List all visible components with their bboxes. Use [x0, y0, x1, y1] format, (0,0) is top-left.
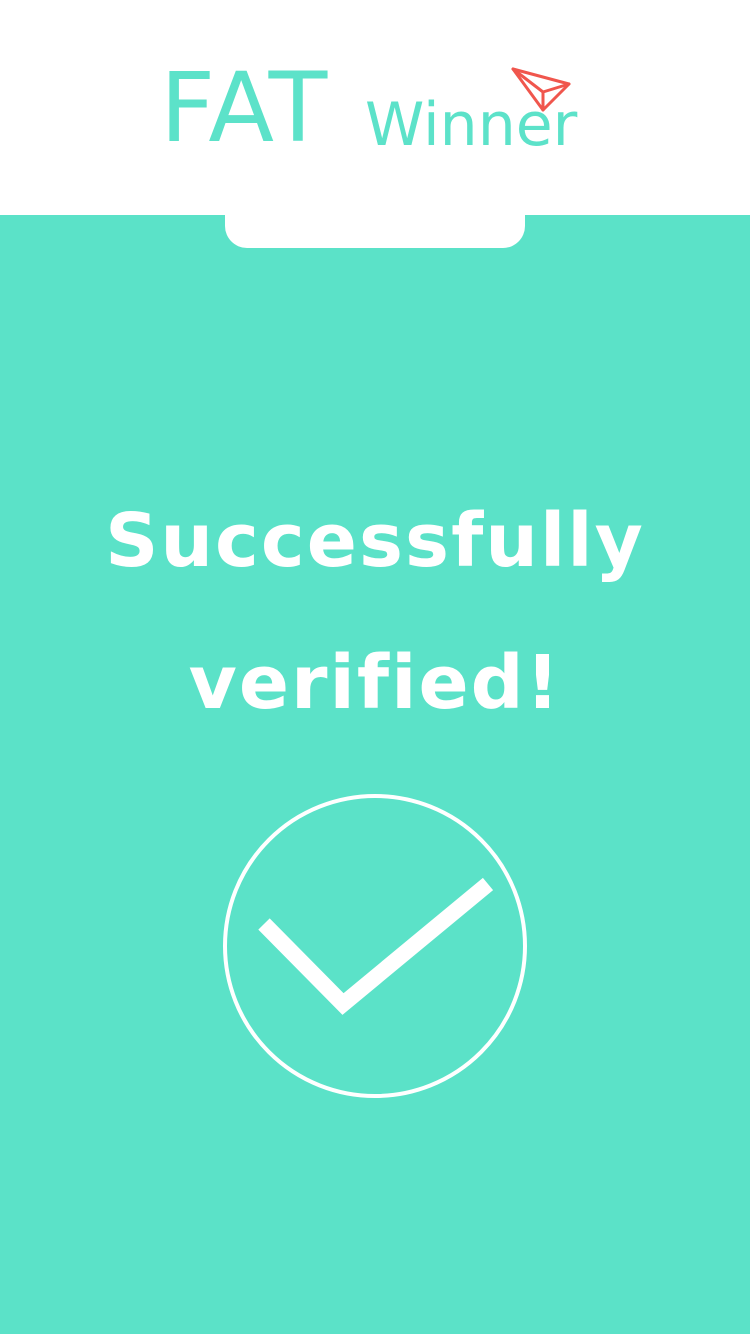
- verification-success-screen: FAT Winner Successfully verified!: [0, 0, 750, 1334]
- main-panel: [0, 215, 750, 1334]
- checkmark-circle-icon: [223, 794, 527, 1098]
- success-message-line-2: verified!: [188, 640, 562, 726]
- success-message: Successfully verified!: [0, 470, 750, 754]
- check-circle-outline: [223, 794, 527, 1098]
- app-logo: FAT Winner: [0, 0, 750, 215]
- tab-notch: [225, 215, 525, 248]
- logo-fat-text: FAT: [160, 52, 330, 164]
- paper-plane-icon: [511, 67, 571, 112]
- success-message-line-1: Successfully: [105, 498, 645, 584]
- check-mark: [258, 877, 494, 1015]
- header: FAT Winner: [0, 0, 750, 215]
